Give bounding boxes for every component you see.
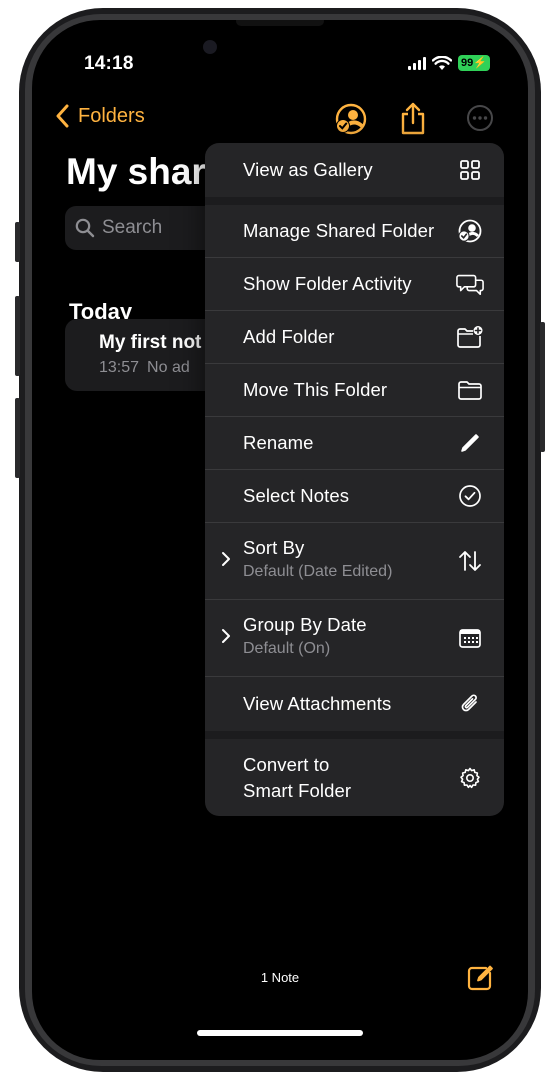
volume-down-button [15,398,20,478]
menu-item-rename[interactable]: Rename [205,417,504,469]
menu-item-add-folder[interactable]: Add Folder [205,311,504,363]
ellipsis-circle-icon [467,105,493,131]
activity-bubbles-icon [456,270,484,298]
battery-level: 99 [461,57,474,69]
search-icon [75,218,95,238]
chevron-right-icon [221,551,231,572]
menu-item-sort-by[interactable]: Sort By Default (Date Edited) [205,523,504,599]
menu-item-label: Sort By [243,537,305,558]
note-date: 13:57 [99,359,140,376]
cellular-signal-icon [408,56,427,70]
status-time: 14:18 [84,53,134,74]
menu-item-label: Show Folder Activity [243,273,412,294]
pencil-icon [456,429,484,457]
menu-item-label: Select Notes [243,485,350,506]
menu-item-label: Group By Date [243,614,367,635]
checkmark-circle-icon [456,482,484,510]
gallery-icon [456,156,484,184]
menu-item-group-by-date[interactable]: Group By Date Default (On) [205,600,504,676]
menu-item-label: Rename [243,432,314,453]
menu-item-manage-shared-folder[interactable]: Manage Shared Folder [205,205,504,257]
menu-item-convert-to-smart-folder[interactable]: Convert to Smart Folder [205,739,504,816]
menu-item-view-attachments[interactable]: View Attachments [205,677,504,731]
battery-indicator: 99⚡ [458,55,490,71]
shared-folder-icon [456,217,484,245]
wifi-icon [432,55,453,70]
back-button[interactable]: Folders [56,104,145,128]
chevron-left-icon [56,104,69,128]
note-preview: No ad [147,359,190,376]
context-menu: View as Gallery Manage Shared Folder Sho… [205,143,504,816]
share-button[interactable] [400,102,426,141]
menu-item-label: Manage Shared Folder [243,220,435,241]
more-button[interactable] [466,104,494,137]
menu-item-sublabel: Default (Date Edited) [243,563,393,580]
menu-item-show-folder-activity[interactable]: Show Folder Activity [205,258,504,310]
menu-item-label-line2: Smart Folder [243,780,352,801]
note-meta: 13:57 No ad [99,359,190,377]
folder-plus-icon [456,323,484,351]
gear-icon [456,764,484,792]
share-icon [401,102,425,135]
sort-arrows-icon [456,547,484,575]
folder-icon [456,376,484,404]
status-icons: 99⚡ [408,55,490,71]
power-button [540,322,545,452]
compose-button[interactable] [466,964,494,997]
menu-item-sublabel: Default (On) [243,640,331,657]
menu-item-move-this-folder[interactable]: Move This Folder [205,364,504,416]
front-camera [203,40,217,54]
speaker [236,20,324,26]
volume-up-button [15,296,20,376]
collaboration-button[interactable] [334,102,368,141]
menu-item-label: Convert to [243,754,330,775]
home-indicator[interactable] [197,1030,363,1036]
menu-group-separator [205,197,504,205]
calendar-icon [456,624,484,652]
page-title: My shar [66,151,206,192]
paperclip-icon [456,690,484,718]
search-placeholder: Search [102,217,163,238]
menu-group-separator [205,731,504,739]
action-button [15,222,20,262]
menu-item-label: Move This Folder [243,379,388,400]
shared-person-icon [335,103,367,135]
note-count: 1 Note [260,970,300,985]
back-label: Folders [78,104,145,127]
compose-icon [467,965,493,991]
menu-item-select-notes[interactable]: Select Notes [205,470,504,522]
menu-item-view-as-gallery[interactable]: View as Gallery [205,143,504,197]
menu-item-label: Add Folder [243,326,335,347]
menu-item-label: View as Gallery [243,159,373,180]
screen: 14:18 99⚡ Folders My shar Search Today M… [32,20,528,1060]
chevron-right-icon [221,628,231,649]
menu-item-label: View Attachments [243,693,392,714]
note-title: My first not [99,332,202,353]
